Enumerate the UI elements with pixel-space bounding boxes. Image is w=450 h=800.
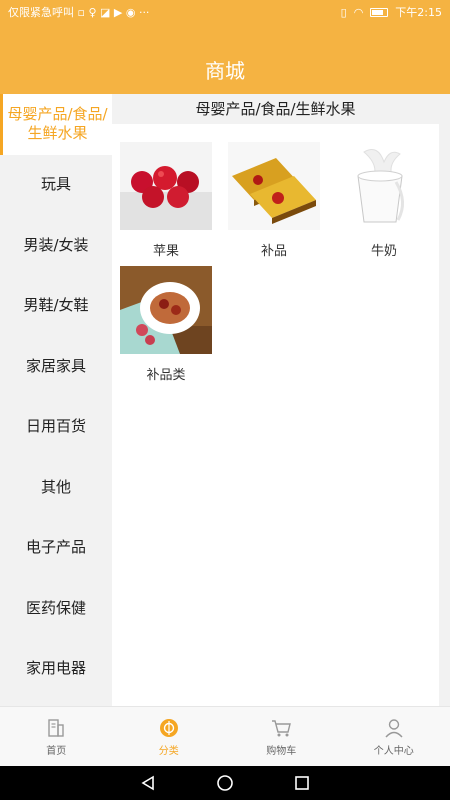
tab-label: 分类 bbox=[158, 745, 179, 757]
tab-home[interactable]: 首页 bbox=[0, 707, 113, 766]
product-panel: 母婴产品/食品/生鲜水果 苹果 补品 牛奶 补品类 bbox=[112, 94, 439, 706]
recents-button[interactable] bbox=[292, 773, 312, 793]
tab-cart[interactable]: 购物车 bbox=[225, 707, 338, 766]
back-button[interactable] bbox=[138, 773, 158, 793]
apple-image bbox=[120, 142, 212, 230]
category-title: 母婴产品/食品/生鲜水果 bbox=[112, 94, 439, 124]
product-name: 补品 bbox=[260, 244, 287, 259]
product-item-apple[interactable]: 苹果 bbox=[118, 142, 214, 259]
tab-label: 个人中心 bbox=[373, 745, 414, 757]
tab-profile[interactable]: 个人中心 bbox=[338, 707, 450, 766]
home-circle-icon bbox=[217, 775, 233, 791]
sidebar-item-baby-food-fruit[interactable]: 母婴产品/食品/生鲜水果 bbox=[0, 94, 112, 155]
status-carrier-text: 仅限紧急呼叫 ▫ ♀ ◪ ▶ ◉ ··· bbox=[8, 6, 150, 19]
sidebar-item-electronics[interactable]: 电子产品 bbox=[0, 518, 112, 579]
tab-label: 首页 bbox=[46, 745, 67, 757]
tab-category[interactable]: 分类 bbox=[113, 707, 226, 766]
cart-icon bbox=[272, 719, 292, 736]
wifi-icon: ◠ bbox=[353, 5, 364, 19]
status-bar: 仅限紧急呼叫 ▫ ♀ ◪ ▶ ◉ ··· ▯ ◠ 下午2:15 bbox=[0, 0, 450, 24]
category-sidebar: 母婴产品/食品/生鲜水果 玩具 男装/女装 男鞋/女鞋 家居家具 日用百货 其他… bbox=[0, 94, 112, 706]
product-item-tonic[interactable]: 补品 bbox=[226, 142, 322, 259]
sidebar-item-appliances[interactable]: 家用电器 bbox=[0, 639, 112, 700]
status-icons: ▯ ◠ 下午2:15 bbox=[341, 4, 442, 20]
home-icon bbox=[48, 718, 64, 737]
product-item-tonic-category[interactable]: 补品类 bbox=[118, 266, 214, 383]
product-name: 苹果 bbox=[152, 244, 179, 259]
sidebar-item-daily-goods[interactable]: 日用百货 bbox=[0, 397, 112, 458]
user-icon bbox=[385, 718, 403, 737]
back-triangle-icon bbox=[141, 775, 155, 791]
sidebar-item-other[interactable]: 其他 bbox=[0, 457, 112, 518]
sidebar-item-clothing[interactable]: 男装/女装 bbox=[0, 215, 112, 276]
product-item-milk[interactable]: 牛奶 bbox=[336, 142, 432, 259]
status-time: 下午2:15 bbox=[395, 6, 442, 19]
tonic-image bbox=[228, 142, 320, 230]
sidebar-item-shoes[interactable]: 男鞋/女鞋 bbox=[0, 276, 112, 337]
system-nav-bar bbox=[0, 766, 450, 800]
product-name: 牛奶 bbox=[370, 244, 397, 259]
tonic-category-image bbox=[120, 266, 212, 354]
page-title: 商城 bbox=[205, 58, 245, 83]
product-name: 补品类 bbox=[146, 368, 186, 383]
home-button[interactable] bbox=[215, 773, 235, 793]
tab-label: 购物车 bbox=[266, 745, 297, 757]
sidebar-item-toys[interactable]: 玩具 bbox=[0, 155, 112, 216]
category-icon bbox=[159, 718, 178, 737]
sidebar-item-furniture[interactable]: 家居家具 bbox=[0, 336, 112, 397]
battery-icon bbox=[370, 7, 389, 17]
sidebar-item-health[interactable]: 医药保健 bbox=[0, 578, 112, 639]
recents-square-icon bbox=[294, 776, 309, 790]
milk-image bbox=[338, 142, 430, 230]
vibrate-icon: ▯ bbox=[340, 5, 347, 19]
bottom-tab-bar: 首页 分类 购物车 个人中心 bbox=[0, 706, 450, 766]
app-header: 商城 bbox=[0, 24, 450, 94]
